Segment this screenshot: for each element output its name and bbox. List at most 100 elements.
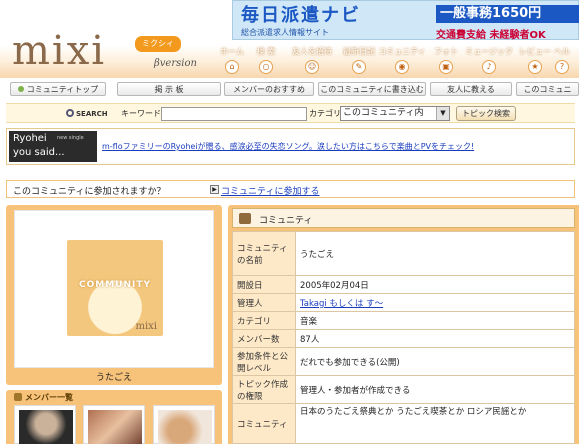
menu-community-more[interactable]: このコミュニ (516, 82, 579, 96)
member-thumb[interactable] (153, 405, 215, 444)
promo-banner: Ryohei new single you said... m-floファミリー… (6, 128, 575, 165)
search-badge: SEARCH (66, 108, 116, 120)
top-nav: ホーム ⌂ 検 索 ○ 友人を招待 ☺ 最新日記 ✎ コミュニティ ◉ フォト … (205, 46, 579, 76)
info-value: うたごえ (295, 231, 575, 276)
topic-search-button[interactable]: トピック検索 (456, 106, 516, 121)
community-info-header: コミュニティ (232, 208, 575, 228)
keyword-input[interactable] (161, 107, 307, 121)
table-row: 開設日 2005年02月04日 (232, 275, 575, 294)
table-row: カテゴリ 音楽 (232, 311, 575, 330)
nav-invite-label: 友人を招待 (292, 47, 332, 56)
member-photo (88, 410, 142, 444)
menu-write-label: このコミュニティに書き込む (320, 85, 424, 94)
ad-subtitle: 総合派遣求人情報サイト (241, 28, 329, 37)
community-info-panel: コミュニティ コミュニティの名前 うたごえ 開設日 2005年02月04日 管理… (228, 205, 579, 444)
header: mixi ミクシィ βversion 毎日派遣ナビ 総合派遣求人情報サイト 一般… (0, 0, 579, 80)
member-list-panel: メンバー一覧 (6, 390, 222, 444)
info-value: 87人 (295, 329, 575, 348)
mixi-logo[interactable]: mixi (12, 28, 106, 74)
info-key: コミュニティ (232, 403, 296, 444)
info-value-cell: Takagi もしくは す〜 (295, 293, 575, 312)
ryohei-banner-image[interactable]: Ryohei new single you said... (9, 131, 97, 162)
community-image[interactable]: COMMUNITY mixi (67, 240, 163, 336)
admin-link[interactable]: Takagi もしくは す〜 (300, 299, 383, 309)
menu-member-recommend[interactable]: メンバーのおすすめ (224, 82, 314, 96)
info-value: 2005年02月04日 (295, 275, 575, 294)
join-bar: このコミュニティに参加されますか？ ▶ コミュニティに参加する (6, 180, 575, 198)
menu-write[interactable]: このコミュニティに書き込む (318, 82, 426, 96)
menu-community-more-label: このコミュニ (523, 85, 572, 94)
category-select[interactable]: このコミュニティ内 ▼ (340, 106, 450, 121)
member-photo (19, 410, 73, 444)
info-value: 音楽 (295, 311, 575, 330)
community-photo-panel: COMMUNITY mixi うたごえ (6, 205, 222, 385)
info-value: 日本のうたごえ祭典とか うたごえ喫茶とか ロシア民謡とか (295, 403, 575, 444)
menu-tell-friend-label: 友人に教える (447, 85, 495, 94)
menu-community-top[interactable]: コミュニティトップ (10, 82, 106, 96)
info-key: 参加条件と公開レベル (232, 347, 296, 376)
member-list-title[interactable]: メンバー一覧 (14, 392, 73, 403)
search-badge-label: SEARCH (76, 110, 108, 118)
info-key: 管理人 (232, 293, 296, 312)
table-row: メンバー数 87人 (232, 329, 575, 348)
info-key: 開設日 (232, 275, 296, 294)
info-key: コミュニティの名前 (232, 231, 296, 276)
header-ad-banner[interactable]: 毎日派遣ナビ 総合派遣求人情報サイト 一般事務1650円 交通費支給 未経験者O… (232, 0, 579, 41)
community-info-title: コミュニティ (259, 216, 313, 226)
ad-title: 毎日派遣ナビ (241, 5, 361, 26)
table-row: 管理人 Takagi もしくは す〜 (232, 293, 575, 312)
music-icon: ♪ (482, 60, 496, 74)
category-select-value: このコミュニティ内 (343, 108, 424, 118)
bullet-icon (17, 86, 24, 92)
member-icon (14, 393, 22, 401)
category-label: カテゴリ (309, 109, 341, 118)
info-value: だれでも参加できる(公開) (295, 347, 575, 376)
member-photo (158, 410, 212, 444)
join-question: このコミュニティに参加されますか？ (13, 187, 166, 197)
community-info-table: コミュニティの名前 うたごえ 開設日 2005年02月04日 管理人 Takag… (232, 231, 575, 444)
nav-help-label: ヘル (554, 47, 570, 56)
photo-frame: COMMUNITY mixi (14, 210, 214, 368)
logo-kana-badge: ミクシィ (135, 36, 181, 52)
banner-img-note: new single (57, 135, 84, 141)
info-key: カテゴリ (232, 311, 296, 330)
nav-invite[interactable]: 友人を招待 ☺ (285, 46, 339, 74)
banner-link[interactable]: m-floファミリーのRyoheiが贈る、感涙必至の失恋ソング。涙したい方はこち… (102, 141, 474, 152)
table-row: コミュニティの名前 うたごえ (232, 231, 575, 276)
community-menubar: コミュニティトップ 掲 示 板 メンバーのおすすめ このコミュニティに書き込む … (4, 82, 579, 96)
community-name-caption: うたごえ (95, 373, 132, 383)
diary-icon: ✎ (352, 60, 366, 74)
member-thumb[interactable] (83, 405, 145, 444)
community-icon: ◉ (395, 60, 409, 74)
menu-bbs[interactable]: 掲 示 板 (117, 82, 221, 96)
table-row: トピック作成の権限 管理人・参加者が作成できる (232, 375, 575, 404)
invite-icon: ☺ (305, 60, 319, 74)
banner-img-said: you said... (13, 147, 65, 158)
review-icon: ★ (528, 60, 542, 74)
info-key: メンバー数 (232, 329, 296, 348)
keyword-label: キーワード (121, 109, 161, 118)
join-arrow-icon: ▶ (210, 185, 219, 194)
magnifier-icon (66, 109, 74, 117)
table-row: コミュニティ 日本のうたごえ祭典とか うたごえ喫茶とか ロシア民謡とか (232, 403, 575, 444)
help-icon: ? (555, 60, 569, 74)
chevron-down-icon: ▼ (436, 107, 449, 120)
menu-member-recommend-label: メンバーのおすすめ (233, 85, 305, 94)
home-icon: ⌂ (225, 60, 239, 74)
menu-community-top-label: コミュニティトップ (26, 85, 99, 94)
member-thumb[interactable] (14, 405, 76, 444)
community-image-brand: mixi (135, 321, 157, 332)
community-image-text: COMMUNITY (78, 280, 151, 290)
photo-icon: ▣ (439, 60, 453, 74)
table-row: 参加条件と公開レベル だれでも参加できる(公開) (232, 347, 575, 376)
join-community-link[interactable]: コミュニティに参加する (221, 184, 319, 197)
info-value: 管理人・参加者が作成できる (295, 375, 575, 404)
member-list-title-label: メンバー一覧 (25, 393, 73, 402)
banner-img-name: Ryohei (13, 133, 47, 144)
nav-help[interactable]: ヘル ? (545, 46, 579, 74)
menu-tell-friend[interactable]: 友人に教える (430, 82, 512, 96)
search-icon: ○ (259, 60, 273, 74)
menu-bbs-label: 掲 示 板 (154, 85, 184, 94)
community-header-icon (239, 213, 251, 224)
info-key: トピック作成の権限 (232, 375, 296, 404)
